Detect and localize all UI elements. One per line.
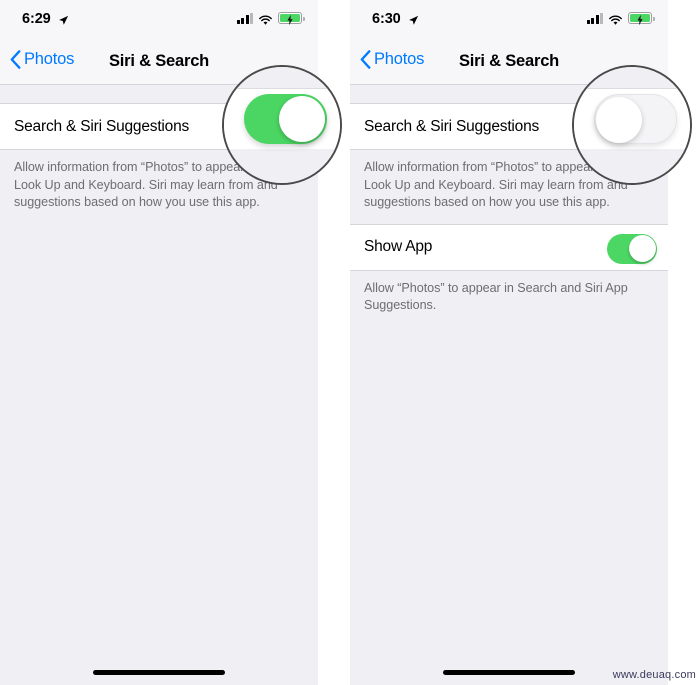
magnified-toggle-knob (279, 96, 325, 142)
magnifier-bg-bottom (574, 149, 690, 183)
battery-charging-icon (628, 12, 655, 26)
magnifier-bg-bottom (224, 149, 340, 183)
location-arrow-icon (408, 13, 419, 25)
magnified-toggle-on[interactable] (244, 94, 327, 144)
status-bar: 6:30 (350, 0, 668, 40)
magnifier-callout-toggle-off (572, 65, 692, 185)
magnified-toggle-knob (596, 97, 642, 143)
status-time: 6:30 (372, 11, 401, 27)
status-indicators (586, 12, 655, 26)
magnified-toggle-off[interactable] (594, 94, 677, 144)
toggle-knob (628, 235, 656, 262)
row-label: Show App (364, 238, 433, 255)
location-arrow-icon (58, 13, 69, 25)
row-label: Search & Siri Suggestions (364, 117, 540, 135)
wifi-icon (258, 13, 273, 25)
status-time: 6:29 (22, 11, 51, 27)
home-indicator (93, 670, 225, 675)
status-indicators (236, 12, 305, 26)
battery-charging-icon (278, 12, 305, 26)
wifi-icon (608, 13, 623, 25)
row-footer-text: Allow “Photos” to appear in Search and S… (364, 280, 628, 313)
row-label: Search & Siri Suggestions (14, 117, 190, 135)
show-app-toggle[interactable] (607, 233, 657, 264)
magnifier-bg-top (574, 67, 690, 88)
magnifier-callout-toggle-on (222, 65, 342, 185)
site-watermark: www.deuaq.com (612, 669, 696, 681)
magnifier-bg-top (224, 67, 340, 88)
row-show-app[interactable]: Show App (350, 223, 668, 271)
status-bar: 6:29 (0, 0, 318, 40)
cellular-signal-icon (236, 12, 253, 24)
home-indicator (443, 670, 575, 675)
cellular-signal-icon (586, 12, 603, 24)
